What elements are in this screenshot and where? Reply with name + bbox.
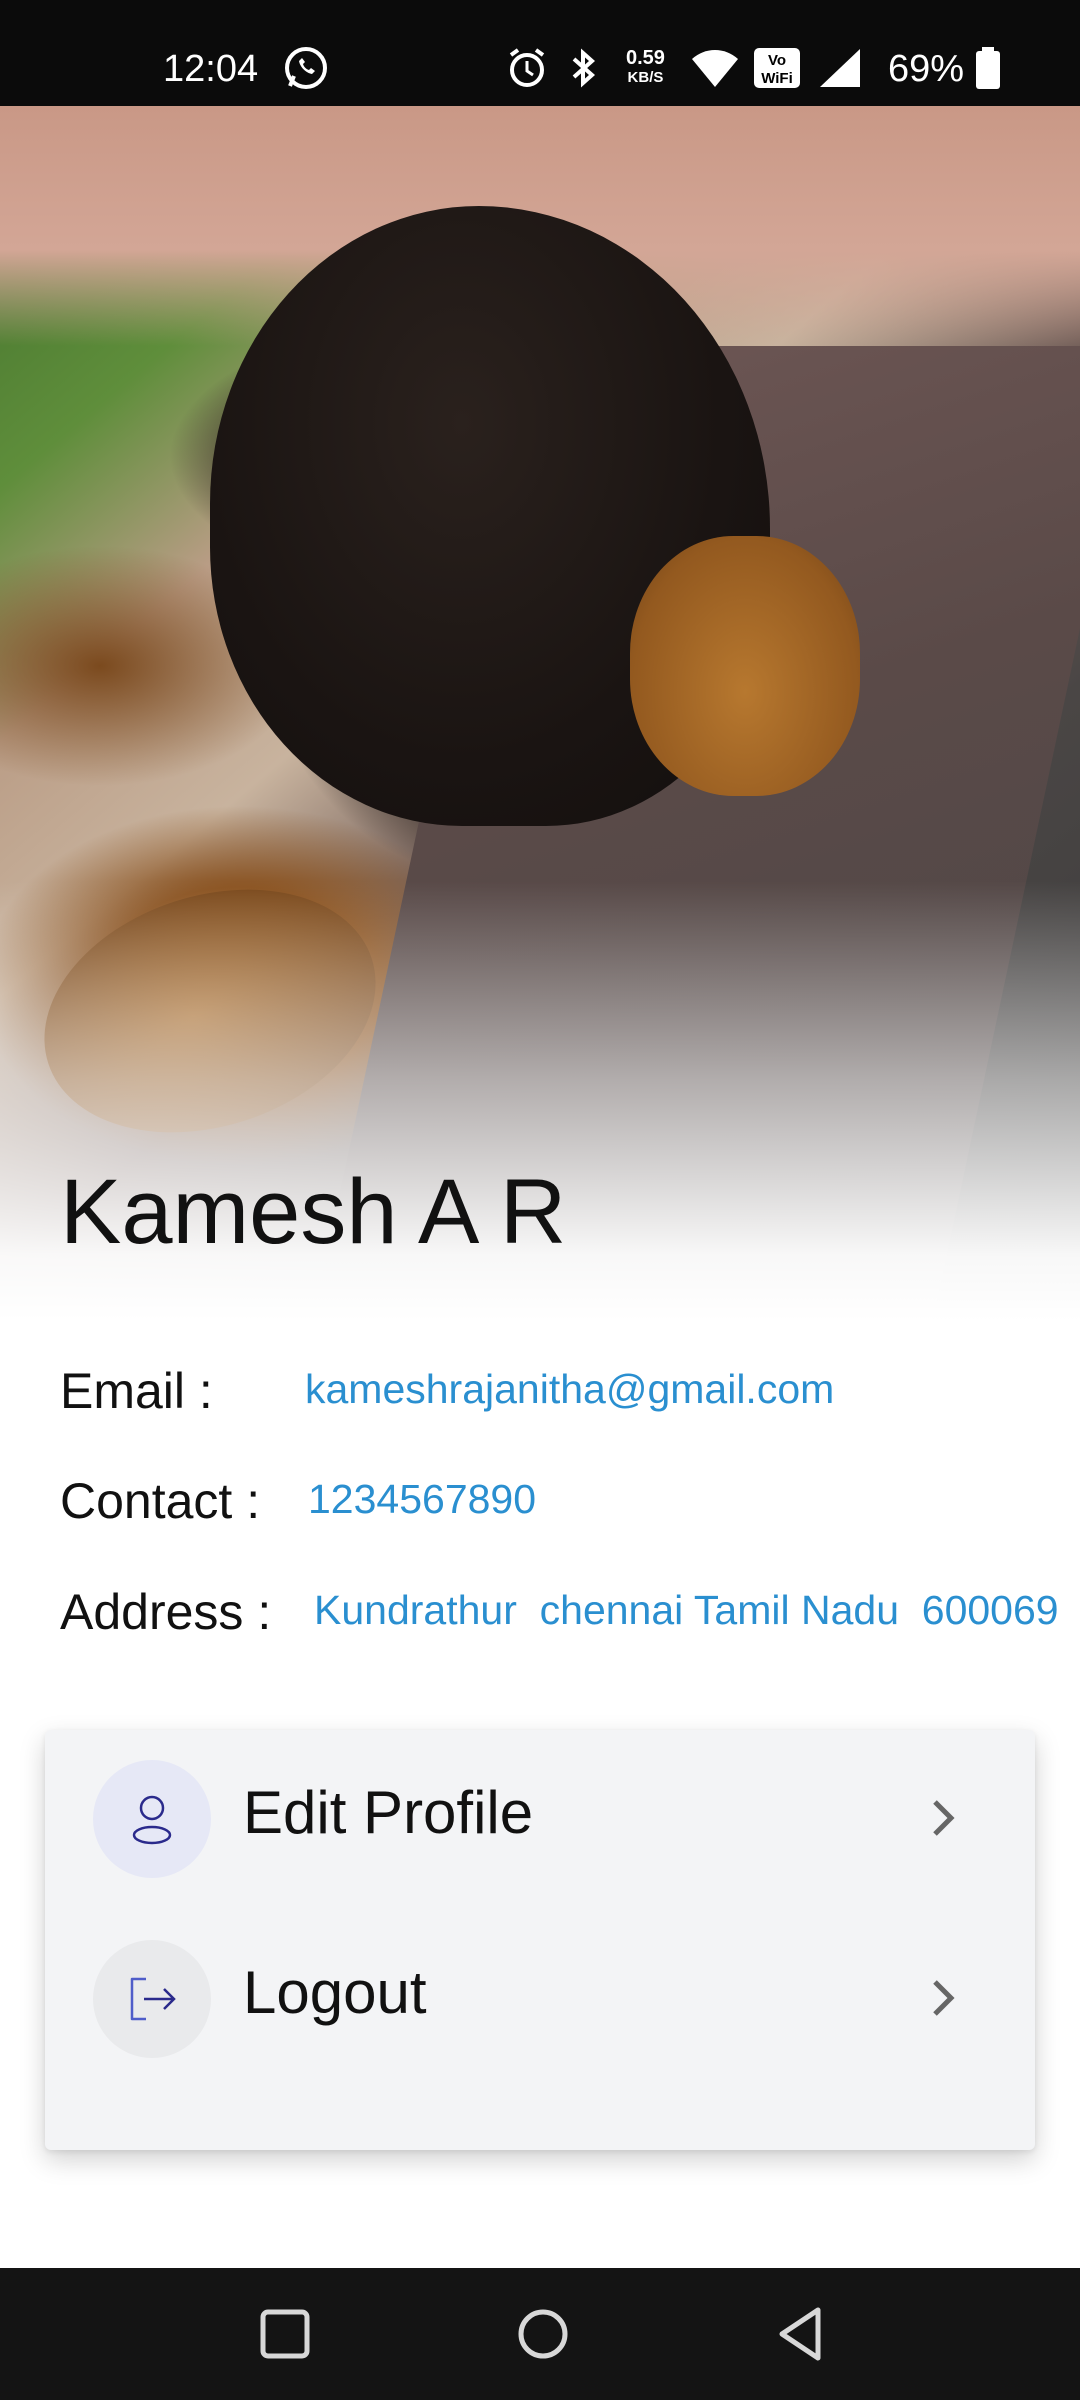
contact-label: Contact : [60, 1473, 261, 1529]
contact-value[interactable]: 1234567890 [308, 1476, 536, 1523]
logout-button[interactable]: Logout [45, 1910, 1035, 2090]
address-label: Address : [60, 1584, 272, 1640]
battery-icon [975, 47, 1001, 89]
email-value[interactable]: kameshrajanitha@gmail.com [305, 1366, 834, 1413]
wifi-icon [690, 48, 740, 88]
address-value: Kundrathur chennai Tamil Nadu 600069 [314, 1587, 1059, 1633]
alarm-icon [506, 48, 548, 88]
profile-cover-image [0, 106, 1080, 1321]
edit-profile-label: Edit Profile [243, 1779, 534, 1846]
chevron-right-icon [933, 1800, 955, 1836]
whatsapp-icon [282, 47, 330, 89]
logout-label: Logout [243, 1959, 427, 2026]
logout-icon [93, 1940, 211, 2058]
email-label: Email : [60, 1363, 213, 1419]
battery-percent: 69% [888, 48, 965, 90]
profile-name: Kamesh A R [60, 1161, 567, 1263]
signal-icon [818, 48, 862, 88]
system-nav-bar [0, 2268, 1080, 2400]
net-speed: 0.59 KB/S [626, 48, 665, 88]
home-button[interactable] [511, 2302, 575, 2366]
status-time: 12:04 [163, 48, 259, 90]
back-button[interactable] [770, 2302, 834, 2366]
status-bar: 12:04 0.59 KB/S Vo WiFi 69% [0, 0, 1080, 106]
recents-button[interactable] [253, 2302, 317, 2366]
net-speed-value: 0.59 [626, 47, 665, 69]
user-icon [93, 1760, 211, 1878]
cover-puppy-paw [630, 536, 860, 796]
vowifi-icon: Vo WiFi [754, 48, 800, 88]
bluetooth-icon [566, 48, 602, 88]
vowifi-top: Vo [768, 52, 786, 69]
chevron-right-icon [933, 1980, 955, 2016]
vowifi-bottom: WiFi [761, 70, 793, 87]
net-speed-unit: KB/S [627, 69, 664, 86]
edit-profile-button[interactable]: Edit Profile [45, 1730, 1035, 1910]
profile-menu-card: Edit Profile Logout [45, 1730, 1035, 2150]
